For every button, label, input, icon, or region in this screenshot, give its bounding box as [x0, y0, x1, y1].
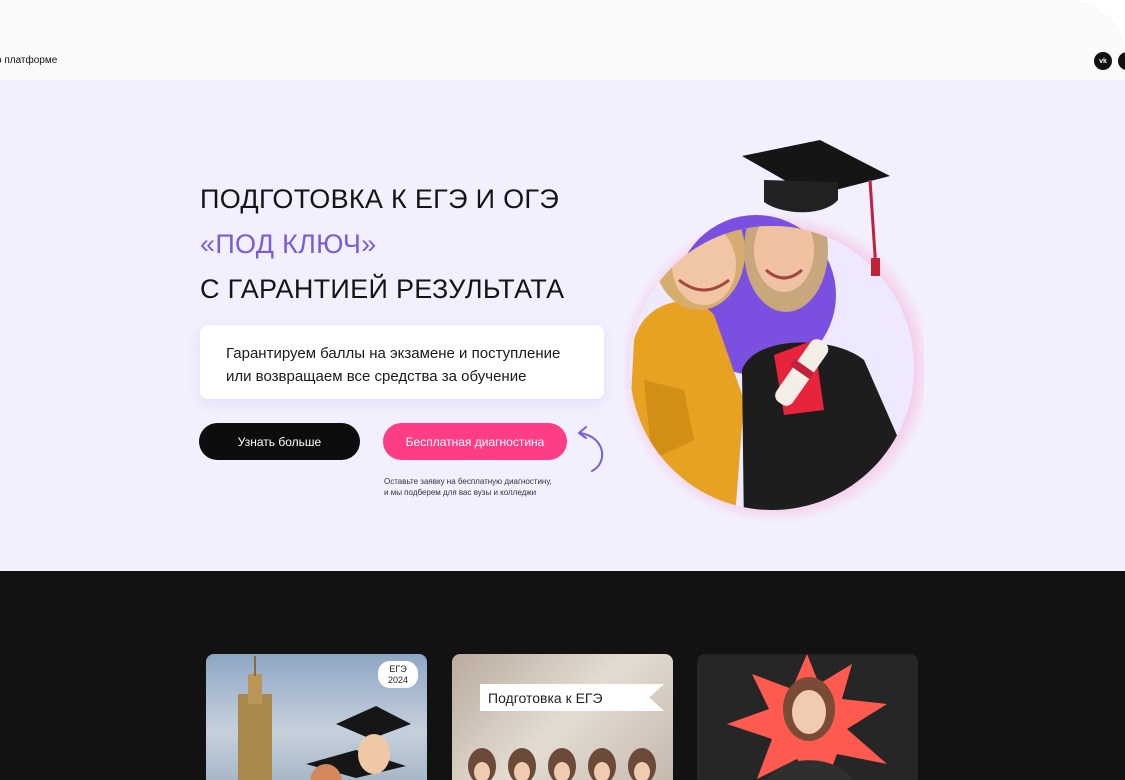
badge-line1: ЕГЭ	[389, 664, 407, 674]
social-icon[interactable]	[1118, 52, 1125, 70]
course-card-tutor[interactable]	[697, 654, 918, 780]
guarantee-text-line1: Гарантируем баллы на экзамене и поступле…	[226, 345, 561, 362]
group-photo-image	[468, 748, 656, 780]
top-bar: о платформе vk	[0, 0, 1125, 80]
hero-graduates-image	[624, 140, 924, 524]
about-platform-link[interactable]: о платформе	[0, 55, 57, 66]
learn-more-button[interactable]: Узнать больше	[199, 423, 360, 460]
hero-headline-line1: ПОДГОТОВКА К ЕГЭ И ОГЭ	[200, 184, 560, 214]
free-diagnostics-button[interactable]: Бесплатная диагностина	[383, 423, 567, 460]
badge-line2: 2024	[387, 675, 409, 685]
guarantee-card: Гарантируем баллы на экзамене и поступле…	[200, 325, 604, 399]
note-line2: и мы подберем для вас вузы и колледжи	[384, 488, 537, 497]
hero-headline-line2: «ПОД КЛЮЧ»	[200, 229, 377, 259]
ege-prep-banner: Подготовка к ЕГЭ	[480, 684, 664, 711]
year-badge: ЕГЭ 2024	[378, 661, 418, 688]
note-line1: Оставьте заявку на бесплатную диагностин…	[384, 477, 552, 486]
course-card-ege-2024[interactable]: ЕГЭ 2024	[206, 654, 427, 780]
courses-section: ЕГЭ 2024 Подготовка к ЕГЭ	[0, 571, 1125, 780]
guarantee-text-line2: или возвращаем все средства за обучение	[226, 368, 527, 385]
hero-headline-line3: С ГАРАНТИЕЙ РЕЗУЛЬТАТА	[200, 274, 565, 304]
curved-arrow-icon	[578, 426, 604, 472]
course-card-ege-prep[interactable]: Подготовка к ЕГЭ	[452, 654, 673, 780]
hero-section: ПОДГОТОВКА К ЕГЭ И ОГЭ «ПОД КЛЮЧ» С ГАРА…	[0, 80, 1125, 571]
vk-icon[interactable]: vk	[1094, 52, 1112, 70]
diagnostics-note: Оставьте заявку на бесплатную диагностин…	[384, 476, 552, 498]
tutor-photo-image	[727, 654, 887, 780]
page-frame: о платформе vk ПОДГОТОВКА К ЕГЭ И ОГЭ «П…	[0, 0, 1125, 780]
